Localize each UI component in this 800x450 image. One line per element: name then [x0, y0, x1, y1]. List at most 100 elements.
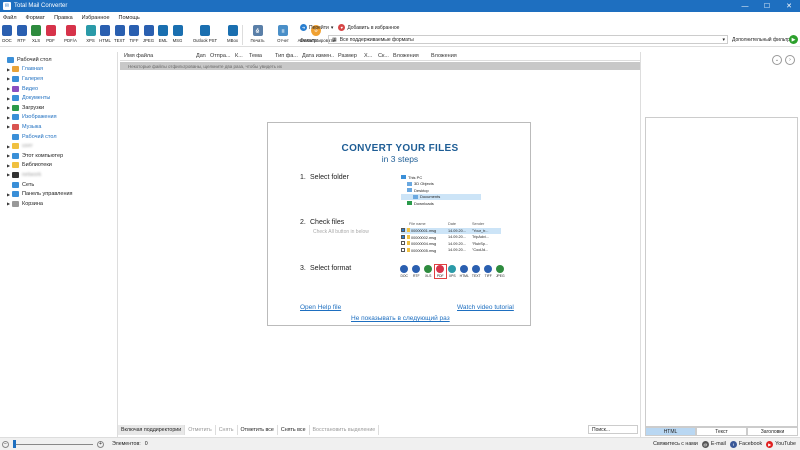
expand-arrow-icon[interactable]: ▶ — [5, 192, 12, 197]
format-button-eml[interactable]: EML — [156, 23, 170, 43]
column-header[interactable]: Имя файла — [120, 53, 192, 59]
menu-edit[interactable]: Правка — [54, 15, 73, 21]
advanced-filter-link[interactable]: Дополнительный фильтр — [732, 37, 790, 43]
column-header[interactable]: Ск... — [374, 53, 389, 59]
add-favorite-button[interactable]: Добавить в избранное — [347, 25, 399, 31]
tree-item[interactable]: ▶ Этот компьютер — [0, 151, 117, 161]
search-input[interactable]: Поиск... — [588, 425, 638, 434]
column-header[interactable]: Вложения — [427, 53, 467, 59]
expand-arrow-icon[interactable]: ▶ — [5, 201, 12, 206]
jpeg-icon — [496, 265, 505, 273]
expand-arrow-icon[interactable]: ▶ — [5, 124, 12, 129]
format-button-mbox[interactable]: MBox — [226, 23, 240, 43]
go-arrow-icon[interactable]: ▶ — [789, 35, 798, 44]
expand-arrow-icon[interactable]: ▶ — [5, 153, 12, 158]
eml-icon — [158, 25, 168, 36]
tree-item[interactable]: Рабочий стол — [0, 55, 117, 65]
tree-item[interactable]: ▶ Видео — [0, 84, 117, 94]
step-3-label: Select format — [310, 265, 352, 272]
format-button-xls[interactable]: XLS — [29, 23, 43, 43]
chevron-right-icon[interactable]: › — [785, 55, 795, 65]
column-header[interactable]: Тема — [245, 53, 271, 59]
print-button[interactable]: ⎙ Печать — [245, 23, 270, 43]
filter-select[interactable]: ▦ Все поддерживаемые форматы ▾ — [328, 35, 728, 44]
tree-item[interactable]: ▶ Документы — [0, 93, 117, 103]
zoom-slider-thumb[interactable] — [13, 439, 16, 448]
menu-favorites[interactable]: Избранное — [82, 15, 110, 21]
column-header[interactable]: Отпра... — [206, 53, 231, 59]
zoom-in-icon[interactable]: + — [97, 440, 104, 448]
chevron-down-icon[interactable]: ⌄ — [772, 55, 782, 65]
goto-button[interactable]: ➜ Перейти ▾ ♥ Добавить в избранное — [300, 24, 399, 31]
menu-file[interactable]: Файл — [3, 15, 17, 21]
column-header[interactable]: Х... — [360, 53, 374, 59]
tab-html[interactable]: HTML — [645, 427, 696, 436]
format-button-msg[interactable]: MSG — [171, 23, 185, 43]
tree-item[interactable]: ▶ network — [0, 170, 117, 180]
tree-item[interactable]: Сеть — [0, 180, 117, 190]
format-button-text[interactable]: TEXT — [113, 23, 127, 43]
expand-arrow-icon[interactable]: ▶ — [5, 144, 12, 149]
format-button-outlookpst[interactable]: Outlook PST — [185, 23, 225, 43]
tab-headers[interactable]: Заголовки — [747, 427, 798, 436]
expand-arrow-icon[interactable]: ▶ — [5, 163, 12, 168]
expand-arrow-icon[interactable]: ▶ — [5, 105, 12, 110]
format-button-jpeg[interactable]: JPEG — [142, 23, 156, 43]
tree-item[interactable]: ▶ Корзина — [0, 199, 117, 209]
expand-arrow-icon[interactable]: ▶ — [5, 67, 12, 72]
pdfa-icon — [65, 25, 76, 36]
expand-arrow-icon[interactable]: ▶ — [5, 76, 12, 81]
zoom-out-icon[interactable]: − — [2, 440, 9, 448]
uncheck-all-button[interactable]: Снять все — [278, 425, 310, 435]
format-button-xps[interactable]: XPS — [84, 23, 98, 43]
restore-selection-button[interactable]: Восстановить выделение — [310, 425, 380, 435]
youtube-link[interactable]: ▶ YouTube — [766, 440, 796, 448]
menu-help[interactable]: Помощь — [119, 15, 140, 21]
format-button-rtf[interactable]: RTF — [15, 23, 29, 43]
tree-item[interactable]: ▶ Панель управления — [0, 189, 117, 199]
text-icon — [472, 265, 481, 273]
close-icon[interactable]: ✕ — [778, 0, 800, 12]
format-button-pdfa[interactable]: PDF/A — [58, 23, 83, 43]
format-button-tiff[interactable]: TIFF — [127, 23, 141, 43]
open-help-link[interactable]: Open Help file — [300, 304, 341, 311]
column-header[interactable]: Вложения — [389, 53, 427, 59]
column-header[interactable]: Дата — [192, 53, 206, 59]
tree-item[interactable]: ▶ Главная — [0, 65, 117, 75]
tree-item[interactable]: ▶ Загрузки — [0, 103, 117, 113]
folder-icon — [12, 75, 19, 82]
tree-item[interactable]: ▶ Библиотеки — [0, 161, 117, 171]
format-button-pdf[interactable]: PDF — [44, 23, 58, 43]
tab-text[interactable]: Текст — [696, 427, 747, 436]
column-header[interactable]: К... — [231, 53, 245, 59]
uncheck-button[interactable]: Снять — [216, 425, 238, 435]
expand-arrow-icon[interactable]: ▶ — [5, 172, 12, 177]
email-link[interactable]: @ E-mail — [701, 440, 726, 448]
menu-format[interactable]: Формат — [26, 15, 46, 21]
tree-item[interactable]: ▶ Музыка — [0, 122, 117, 132]
filter-hint[interactable]: Некоторые файлы отфильтрованы, щелкните … — [120, 62, 640, 70]
format-button-doc[interactable]: DOC — [0, 23, 14, 43]
column-header[interactable]: Тип фа... — [271, 53, 298, 59]
column-header[interactable]: Размер — [334, 53, 360, 59]
facebook-link[interactable]: f Facebook — [729, 440, 762, 448]
column-header[interactable]: Дата измен... — [298, 53, 334, 59]
check-button[interactable]: Отметить — [185, 425, 216, 435]
tree-item[interactable]: ▶ Галерея — [0, 74, 117, 84]
expand-arrow-icon[interactable]: ▶ — [5, 115, 12, 120]
mini-table-cell: TripAdvi... — [472, 235, 489, 240]
watch-video-link[interactable]: Watch video tutorial — [457, 304, 514, 311]
dont-show-link[interactable]: Не показывать в следующий раз — [351, 315, 450, 322]
report-button[interactable]: ≣ Отчет — [271, 23, 296, 43]
include-subdirs-button[interactable]: Включая поддиректории — [118, 425, 186, 435]
check-all-button[interactable]: Отметить все — [238, 425, 278, 435]
zoom-slider[interactable] — [13, 439, 93, 448]
expand-arrow-icon[interactable]: ▶ — [5, 96, 12, 101]
minimize-icon[interactable]: — — [734, 0, 756, 12]
format-button-html[interactable]: HTML — [98, 23, 112, 43]
maximize-icon[interactable]: ☐ — [756, 0, 778, 12]
tree-item[interactable]: Рабочий стол — [0, 132, 117, 142]
expand-arrow-icon[interactable]: ▶ — [5, 86, 12, 91]
tree-item[interactable]: ▶ Изображения — [0, 113, 117, 123]
tree-item[interactable]: ▶ user — [0, 141, 117, 151]
